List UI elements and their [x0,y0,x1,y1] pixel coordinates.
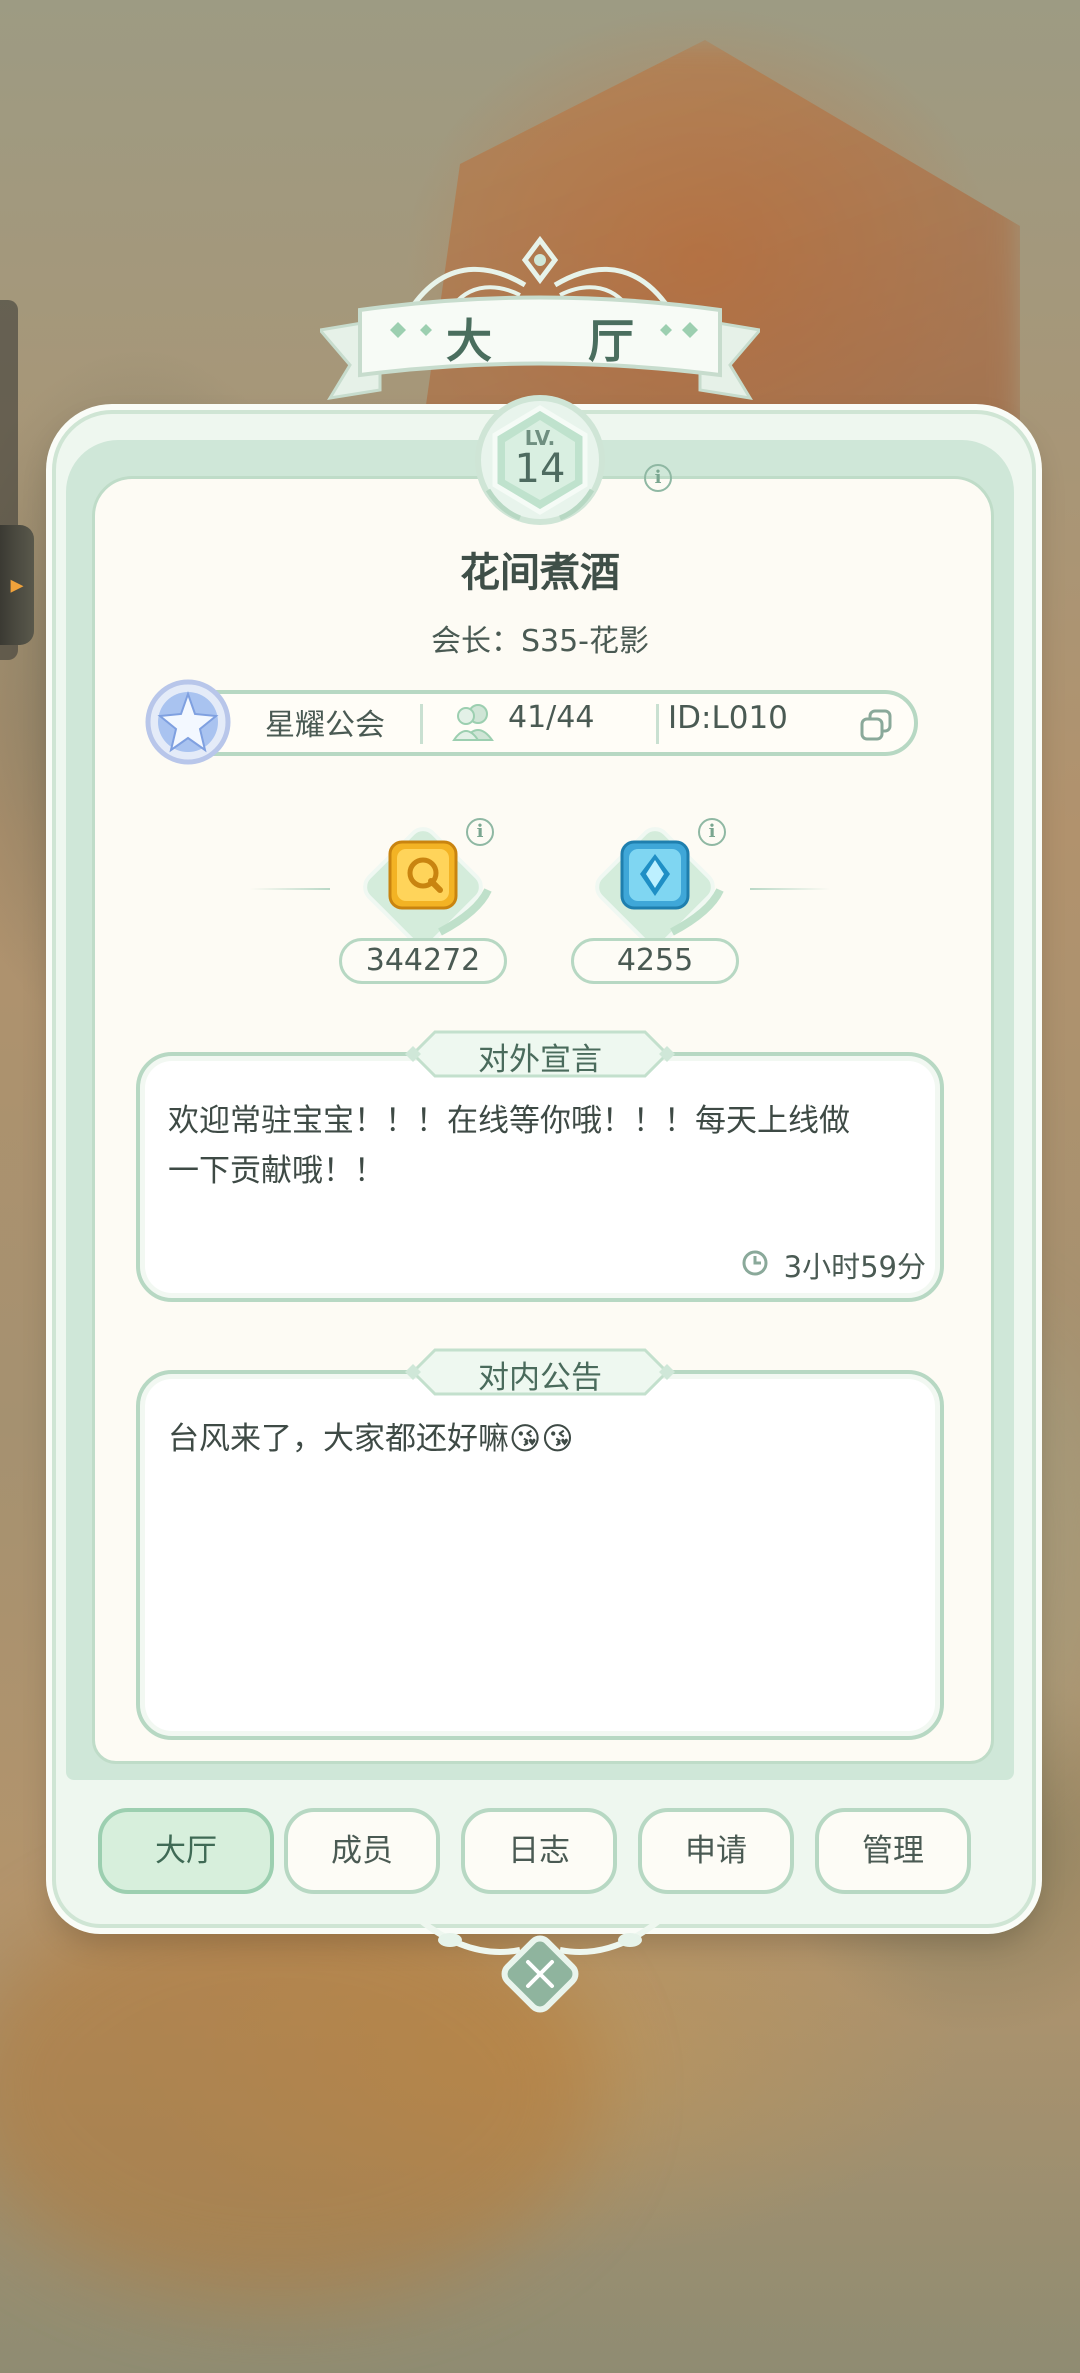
external-notice-label: 对外宣言 [478,1042,602,1078]
external-notice-text: 欢迎常驻宝宝！！！在线等你哦！！！每天上线做 [168,1103,850,1139]
internal-notice-label: 对内公告 [478,1360,602,1396]
tab-members[interactable]: 成员 [284,1808,440,1894]
internal-notice-text: 台风来了，大家都还好嘛😘😘 [168,1421,574,1457]
gold-token-icon [388,840,458,910]
tab-applications[interactable]: 申请 [638,1808,794,1894]
notice-time: 3小时59分 [783,1250,926,1284]
gold-token-value: 344272 [339,938,507,984]
guild-type: 星耀公会 [265,708,385,743]
blue-crystal-icon [620,840,690,910]
members-icon [452,704,494,741]
guild-leader: 会长：S35-花影 [430,624,650,659]
resource-info-icon[interactable]: i [466,818,494,846]
external-notice-text: 一下贡献哦！！ [168,1153,385,1189]
member-count: 41/44 [508,700,595,735]
tab-hall[interactable]: 大厅 [98,1808,274,1894]
copy-icon[interactable] [858,708,894,742]
tab-manage[interactable]: 管理 [815,1808,971,1894]
guild-name: 花间煮酒 [460,550,620,596]
blue-crystal-value: 4255 [571,938,739,984]
decor-line [250,888,330,890]
close-button[interactable] [494,1928,586,2020]
level-number: 14 [514,446,566,492]
tab-log[interactable]: 日志 [461,1808,617,1894]
panel-title: 大 厅 [445,314,674,368]
resource-info-icon[interactable]: i [698,818,726,846]
level-info-icon[interactable]: i [644,464,672,492]
guild-id: ID:L010 [668,700,788,736]
decor-line [750,888,830,890]
